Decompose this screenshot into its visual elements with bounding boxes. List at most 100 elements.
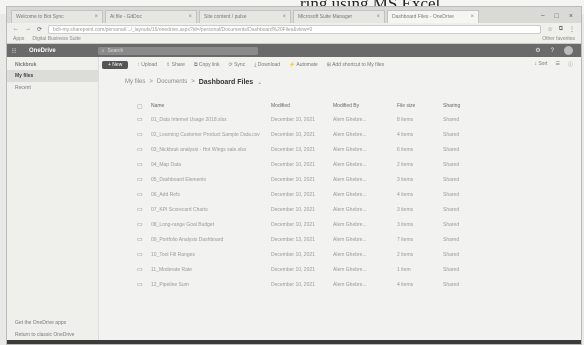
folder-icon: ▭ [137, 207, 143, 213]
file-sharing: Shared [443, 206, 460, 213]
add-shortcut-button[interactable]: ⊞ Add shortcut to My files [327, 62, 384, 68]
refresh-icon[interactable]: ⟳ [37, 26, 42, 33]
close-icon[interactable]: × [188, 14, 192, 20]
file-name[interactable]: 01_Data Internet Usage 2018.xlsx [151, 117, 271, 123]
maximize-button[interactable]: □ [555, 13, 559, 20]
file-list: ▢ Name Modified Modified By File size Sh… [137, 100, 575, 292]
column-header-modified-by[interactable]: Modified By [333, 103, 397, 109]
table-row[interactable]: ▭ 09_Portfolio Analysis Dashboard December… [137, 232, 575, 247]
column-header-name[interactable]: Name [151, 103, 271, 109]
forward-icon[interactable]: → [25, 26, 31, 32]
minimize-button[interactable]: − [541, 13, 545, 20]
sync-button[interactable]: ⟳ Sync [229, 62, 246, 68]
close-icon[interactable]: × [282, 14, 286, 20]
copy-link-button[interactable]: ⧉ Copy link [194, 62, 220, 68]
chevron-down-icon[interactable]: ⌄ [257, 79, 262, 86]
file-modified: December 10, 2021 [271, 206, 315, 213]
star-icon[interactable]: ☆ [547, 26, 552, 33]
search-placeholder: Search [107, 47, 124, 54]
address-bar: ← → ⟳ bcit-my.sharepoint.com/personal/..… [7, 23, 581, 35]
search-input[interactable]: ⌕ Search [97, 46, 258, 55]
file-name[interactable]: 09_Portfolio Analysis Dashboard [151, 237, 271, 243]
browser-tab[interactable]: Microsoft Suite Manager × [293, 10, 385, 23]
file-name[interactable]: 11_Moderate Rate [151, 267, 271, 273]
column-header-sharing[interactable]: Sharing [443, 103, 483, 109]
back-icon[interactable]: ← [13, 26, 19, 32]
table-row[interactable]: ▭ 02_Learning Customer Product Sample Dat… [137, 127, 575, 142]
file-modified-by: Alem Ghebre... [333, 131, 367, 138]
file-list-header: ▢ Name Modified Modified By File size Sh… [137, 100, 575, 112]
column-header-file-size[interactable]: File size [397, 103, 443, 109]
file-sharing: Shared [443, 266, 460, 273]
other-bookmarks[interactable]: Other favorites [542, 36, 575, 42]
file-name[interactable]: 10_Tool Fill Ranges [151, 252, 271, 258]
file-name[interactable]: 12_Pipeline Sum [151, 282, 271, 288]
file-name[interactable]: 02_Learning Customer Product Sample Data… [151, 132, 271, 138]
url-field[interactable]: bcit-my.sharepoint.com/personal/.../_lay… [48, 24, 542, 34]
file-name[interactable]: 03_Nickbruk analysis - Hot Wings sale.xl… [151, 147, 271, 153]
file-modified: December 10, 2021 [271, 116, 315, 123]
table-row[interactable]: ▭ 08_Long-range Goal Budget December 10, 2… [137, 217, 575, 232]
tab-label: Microsoft Suite Manager [298, 14, 353, 20]
details-pane-button[interactable]: ⓘ [568, 61, 573, 68]
help-icon[interactable]: ? [551, 48, 554, 54]
close-icon[interactable]: × [94, 14, 98, 20]
nav-item-my-files[interactable]: My files [7, 70, 98, 82]
automate-button[interactable]: ⚡ Automate [289, 62, 318, 68]
share-button[interactable]: ⇪ Share [166, 62, 185, 68]
bookmark-item[interactable]: Apps [13, 36, 24, 42]
browser-tab-active[interactable]: Dashboard Files - OneDrive × [387, 10, 479, 23]
upload-button[interactable]: ↑ Upload [137, 62, 157, 68]
avatar[interactable] [564, 46, 573, 55]
close-window-button[interactable]: × [569, 13, 573, 20]
menu-icon[interactable]: ⋮ [569, 26, 575, 33]
file-name[interactable]: 06_Add Refs [151, 192, 271, 198]
app-bar-icons: ⚙ ? [535, 46, 581, 55]
breadcrumb-documents[interactable]: Documents [157, 79, 187, 86]
file-modified: December 13, 2021 [271, 236, 315, 243]
bookmark-item[interactable]: Digital Business Suite [32, 36, 80, 42]
close-icon[interactable]: × [376, 14, 380, 20]
file-sharing: Shared [443, 176, 460, 183]
extensions-icon[interactable]: ⧉ [559, 26, 563, 33]
classic-onedrive-link[interactable]: Return to classic OneDrive [15, 332, 74, 338]
file-modified-by: Alem Ghebre... [333, 266, 367, 273]
taskbar [7, 340, 581, 344]
table-row[interactable]: ▭ 12_Pipeline Sum December 10, 2021 Alem Gh… [137, 277, 575, 292]
nav-item-recent[interactable]: Recent [7, 82, 98, 94]
file-modified: December 13, 2021 [271, 146, 315, 153]
table-row[interactable]: ▭ 11_Moderate Rate December 10, 2021 Alem G… [137, 262, 575, 277]
breadcrumb-my-files[interactable]: My files [125, 79, 145, 86]
table-row[interactable]: ▭ 01_Data Internet Usage 2018.xlsx Decembe… [137, 112, 575, 127]
view-options-button[interactable]: ☰ [556, 61, 560, 68]
folder-icon: ▭ [137, 132, 143, 138]
file-name[interactable]: 04_Map Data [151, 162, 271, 168]
app-brand[interactable]: OneDrive [21, 48, 64, 54]
file-name[interactable]: 07_KPI Scorecard Charts [151, 207, 271, 213]
table-row[interactable]: ▭ 04_Map Data December 10, 2021 Alem Ghebre… [137, 157, 575, 172]
column-header-modified[interactable]: Modified [271, 103, 333, 109]
tab-label: Site content / pulse [204, 14, 247, 20]
folder-icon: ▭ [137, 282, 143, 288]
browser-tab[interactable]: Welcome to Bot Sync × [11, 10, 103, 23]
command-bar-right: ↕ Sort ☰ ⓘ [534, 61, 581, 68]
download-button[interactable]: ⤓ Download [254, 62, 280, 68]
new-button[interactable]: + New [102, 60, 129, 69]
settings-icon[interactable]: ⚙ [535, 47, 540, 54]
table-row[interactable]: ▭ 05_Dashboard Elements December 10, 2021 A… [137, 172, 575, 187]
sort-button[interactable]: ↕ Sort [534, 61, 547, 68]
get-apps-link[interactable]: Get the OneDrive apps [15, 320, 66, 326]
browser-tab[interactable]: Site content / pulse × [199, 10, 291, 23]
folder-icon: ▭ [137, 177, 143, 183]
breadcrumb-separator: > [149, 79, 153, 85]
browser-tab[interactable]: Ai file - GitDoc × [105, 10, 197, 23]
file-name[interactable]: 08_Long-range Goal Budget [151, 222, 271, 228]
app-launcher-icon[interactable]: ⁝⁝ [7, 44, 21, 57]
table-row[interactable]: ▭ 07_KPI Scorecard Charts December 10, 202… [137, 202, 575, 217]
close-icon[interactable]: × [470, 14, 474, 20]
table-row[interactable]: ▭ 10_Tool Fill Ranges December 10, 2021 Ale… [137, 247, 575, 262]
table-row[interactable]: ▭ 06_Add Refs December 10, 2021 Alem Ghebre… [137, 187, 575, 202]
file-name[interactable]: 05_Dashboard Elements [151, 177, 271, 183]
table-row[interactable]: ▭ 03_Nickbruk analysis - Hot Wings sale.x… [137, 142, 575, 157]
file-modified: December 10, 2021 [271, 161, 315, 168]
